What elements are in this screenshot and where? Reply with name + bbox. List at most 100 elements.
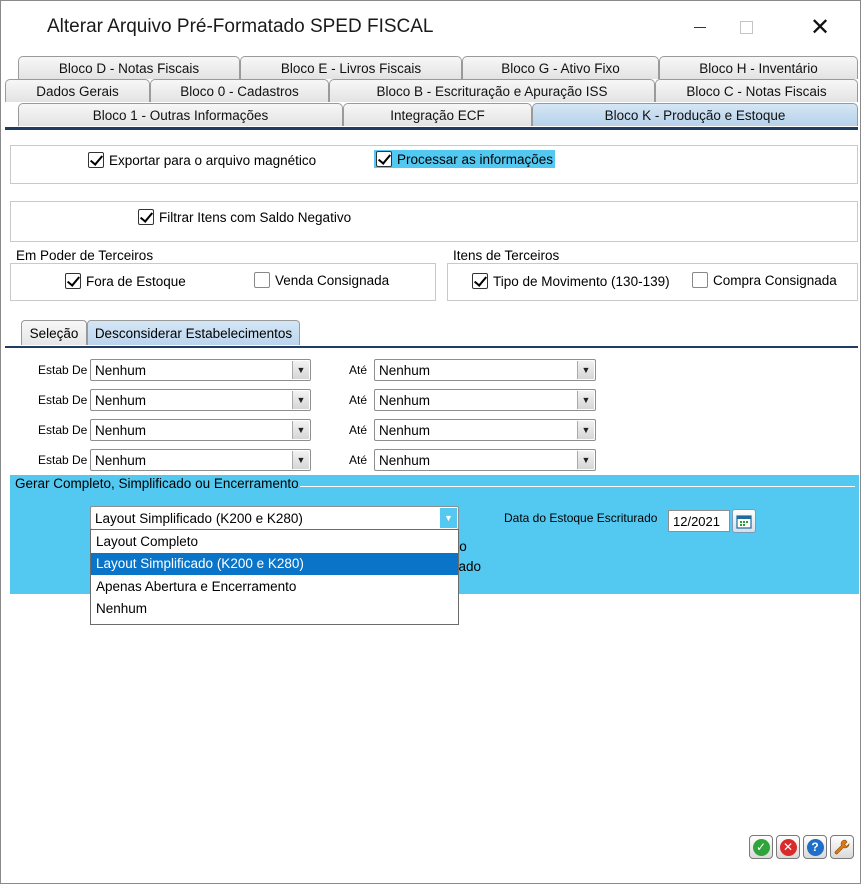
estab-de-select[interactable]: Nenhum ▼	[90, 449, 311, 471]
layout-option-completo[interactable]: Layout Completo	[91, 530, 458, 553]
compra-consignada-checkbox[interactable]: Compra Consignada	[692, 272, 837, 288]
em-poder-title: Em Poder de Terceiros	[14, 248, 156, 263]
filtrar-check[interactable]	[138, 209, 154, 225]
tab-bloco-b[interactable]: Bloco B - Escrituração e Apuração ISS	[329, 79, 655, 102]
processar-checkbox[interactable]: Processar as informações	[374, 150, 556, 168]
chevron-down-icon[interactable]: ▼	[440, 508, 457, 528]
layout-option-simplificado[interactable]: Layout Simplificado (K200 e K280)	[91, 552, 458, 575]
exportar-check[interactable]	[88, 152, 104, 168]
tipo-movimento-checkbox[interactable]: Tipo de Movimento (130-139)	[472, 273, 670, 289]
estab-de-value: Nenhum	[95, 452, 147, 468]
fora-estoque-label: Fora de Estoque	[86, 273, 186, 289]
ate-value: Nenhum	[379, 392, 431, 408]
chevron-down-icon[interactable]: ▼	[577, 361, 594, 379]
chevron-down-icon[interactable]: ▼	[577, 421, 594, 439]
data-estoque-value: 12/2021	[673, 513, 720, 529]
compra-consignada-check[interactable]	[692, 272, 708, 288]
ate-label: Até	[349, 363, 368, 377]
calendar-icon	[736, 514, 752, 529]
cancel-icon: ✕	[779, 838, 797, 856]
venda-consignada-check[interactable]	[254, 272, 270, 288]
compra-consignada-label: Compra Consignada	[713, 272, 837, 288]
chevron-down-icon[interactable]: ▼	[577, 451, 594, 469]
ate-label: Até	[349, 423, 368, 437]
tab-bloco-g[interactable]: Bloco G - Ativo Fixo	[462, 56, 659, 79]
minimize-button[interactable]	[677, 9, 723, 45]
chevron-down-icon[interactable]: ▼	[292, 361, 309, 379]
filtrar-checkbox[interactable]: Filtrar Itens com Saldo Negativo	[138, 209, 351, 225]
tab-bloco-0[interactable]: Bloco 0 - Cadastros	[150, 79, 329, 102]
venda-consignada-checkbox[interactable]: Venda Consignada	[254, 272, 389, 288]
tab-bloco-1[interactable]: Bloco 1 - Outras Informações	[18, 103, 343, 126]
gerar-divider	[300, 486, 855, 487]
tipo-movimento-label: Tipo de Movimento (130-139)	[493, 273, 670, 289]
estab-de-select[interactable]: Nenhum ▼	[90, 359, 311, 381]
filtrar-label: Filtrar Itens com Saldo Negativo	[159, 209, 352, 225]
tab-bloco-k[interactable]: Bloco K - Produção e Estoque	[532, 103, 858, 126]
tab-selecao[interactable]: Seleção	[21, 320, 87, 345]
data-estoque-label: Data do Estoque Escriturado	[504, 511, 658, 525]
chevron-down-icon[interactable]: ▼	[292, 391, 309, 409]
exportar-checkbox[interactable]: Exportar para o arquivo magnético	[88, 152, 316, 168]
close-icon: ✕	[809, 13, 831, 41]
gerar-title: Gerar Completo, Simplificado ou Encerram…	[15, 476, 299, 491]
estab-de-label: Estab De	[38, 453, 88, 467]
maximize-icon	[739, 20, 753, 34]
ate-value: Nenhum	[379, 422, 431, 438]
layout-select-value: Layout Simplificado (K200 e K280)	[95, 510, 303, 526]
subtab-underline	[5, 346, 858, 348]
processar-label: Processar as informações	[397, 151, 554, 167]
ate-select[interactable]: Nenhum ▼	[374, 389, 596, 411]
layout-select[interactable]: Layout Simplificado (K200 e K280) ▼	[90, 506, 459, 530]
fora-estoque-checkbox[interactable]: Fora de Estoque	[65, 273, 186, 289]
ate-label: Até	[349, 393, 368, 407]
ate-select[interactable]: Nenhum ▼	[374, 449, 596, 471]
tab-bloco-d[interactable]: Bloco D - Notas Fiscais	[18, 56, 240, 79]
wrench-icon	[834, 839, 850, 855]
tab-bloco-h[interactable]: Bloco H - Inventário	[659, 56, 858, 79]
window-title: Alterar Arquivo Pré-Formatado SPED FISCA…	[47, 16, 434, 37]
chevron-down-icon[interactable]: ▼	[292, 451, 309, 469]
layout-dropdown-list: Layout Completo Layout Simplificado (K20…	[90, 529, 459, 625]
processar-check[interactable]	[376, 151, 392, 167]
ate-select[interactable]: Nenhum ▼	[374, 359, 596, 381]
layout-option-abertura[interactable]: Apenas Abertura e Encerramento	[91, 575, 458, 598]
help-button[interactable]: ?	[803, 835, 827, 859]
check-icon: ✓	[752, 838, 770, 856]
tab-integracao-ecf[interactable]: Integração ECF	[343, 103, 532, 126]
dialog-window: Alterar Arquivo Pré-Formatado SPED FISCA…	[0, 0, 861, 884]
layout-option-nenhum[interactable]: Nenhum	[91, 598, 458, 621]
venda-consignada-label: Venda Consignada	[275, 272, 390, 288]
calendar-button[interactable]	[732, 509, 756, 533]
tab-bloco-c[interactable]: Bloco C - Notas Fiscais	[655, 79, 858, 102]
tools-button[interactable]	[830, 835, 854, 859]
tipo-movimento-check[interactable]	[472, 273, 488, 289]
tab-underline	[5, 127, 858, 130]
close-button[interactable]: ✕	[797, 9, 843, 45]
ate-select[interactable]: Nenhum ▼	[374, 419, 596, 441]
tab-desconsiderar[interactable]: Desconsiderar Estabelecimentos	[87, 320, 300, 345]
itens-terceiros-title: Itens de Terceiros	[451, 248, 562, 263]
estab-de-value: Nenhum	[95, 362, 147, 378]
fora-estoque-check[interactable]	[65, 273, 81, 289]
title-bar: Alterar Arquivo Pré-Formatado SPED FISCA…	[1, 1, 860, 53]
ate-value: Nenhum	[379, 362, 431, 378]
ok-button[interactable]: ✓	[749, 835, 773, 859]
estab-de-label: Estab De	[38, 423, 88, 437]
estab-de-select[interactable]: Nenhum ▼	[90, 419, 311, 441]
ate-label: Até	[349, 453, 368, 467]
estab-de-value: Nenhum	[95, 392, 147, 408]
tab-dados-gerais[interactable]: Dados Gerais	[5, 79, 150, 102]
chevron-down-icon[interactable]: ▼	[292, 421, 309, 439]
minimize-icon	[694, 26, 706, 28]
tab-bloco-e[interactable]: Bloco E - Livros Fiscais	[240, 56, 462, 79]
help-icon: ?	[806, 838, 824, 856]
estab-de-label: Estab De	[38, 393, 88, 407]
cancel-button[interactable]: ✕	[776, 835, 800, 859]
maximize-button[interactable]	[723, 9, 769, 45]
chevron-down-icon[interactable]: ▼	[577, 391, 594, 409]
estab-de-select[interactable]: Nenhum ▼	[90, 389, 311, 411]
estab-de-value: Nenhum	[95, 422, 147, 438]
data-estoque-field[interactable]: 12/2021	[668, 510, 730, 532]
estab-de-label: Estab De	[38, 363, 88, 377]
